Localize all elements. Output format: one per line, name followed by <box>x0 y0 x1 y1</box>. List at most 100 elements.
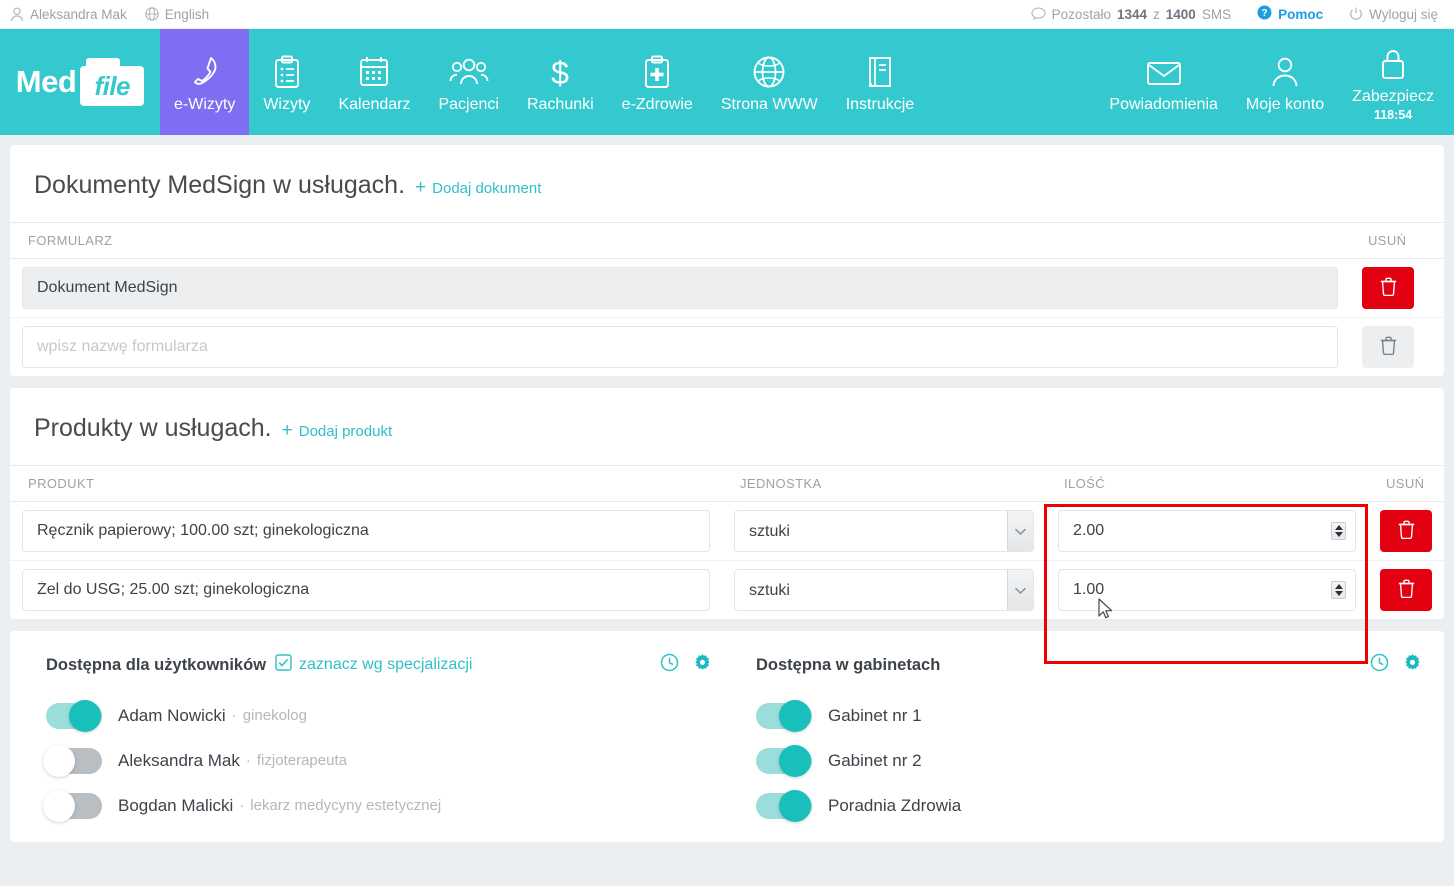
page-content: Dokumenty MedSign w usługach. + Dodaj do… <box>0 135 1454 842</box>
help-label: Pomoc <box>1278 6 1324 22</box>
calendar-icon <box>358 51 390 89</box>
delete-document-button-1[interactable] <box>1362 326 1414 368</box>
nav-item-label: Kalendarz <box>338 96 411 113</box>
table-row: sztuki <box>10 501 1444 561</box>
people-group-icon <box>449 51 489 89</box>
availability-users-header: Dostępna dla użytkowników zaznacz wg spe… <box>46 653 712 677</box>
user-specialization: ginekolog <box>242 707 307 724</box>
user-availability-toggle-0[interactable] <box>46 699 102 732</box>
nav-item-label: Instrukcje <box>845 96 915 113</box>
security-timer: 118:54 <box>1373 107 1413 122</box>
col-header-formularz: FORMULARZ <box>10 222 1350 259</box>
room-availability-toggle-2[interactable] <box>756 789 812 822</box>
select-by-specialization-label: zaznacz wg specjalizacji <box>299 656 473 673</box>
nav-item-pacjenci[interactable]: Pacjenci <box>424 29 512 135</box>
products-card: Produkty w usługach. + Dodaj produkt PRO… <box>10 388 1444 619</box>
product-quantity-input-1[interactable] <box>1058 569 1356 611</box>
svg-text:$: $ <box>551 55 569 89</box>
nav-item-rachunki[interactable]: $ Rachunki <box>513 29 608 135</box>
gear-icon[interactable] <box>1403 653 1422 677</box>
clock-icon[interactable] <box>660 653 679 677</box>
product-name-input-0[interactable] <box>22 510 710 552</box>
products-table: PRODUKT JEDNOSTKA ILOŚĆ USUŃ sztuki <box>10 465 1444 619</box>
select-by-specialization-link[interactable]: zaznacz wg specjalizacji <box>275 654 472 676</box>
nav-item-moje-konto[interactable]: Moje konto <box>1232 29 1338 135</box>
room-availability-toggle-1[interactable] <box>756 744 812 777</box>
user-name: Adam Nowicki <box>118 705 226 725</box>
user-icon <box>10 7 24 22</box>
globe-icon <box>144 7 159 21</box>
documents-table-header-row: FORMULARZ USUŃ <box>10 222 1444 259</box>
nav-item-ezdrowie[interactable]: e-Zdrowie <box>608 29 707 135</box>
nav-item-kalendarz[interactable]: Kalendarz <box>324 29 424 135</box>
user-separator: · <box>245 752 251 769</box>
clock-icon[interactable] <box>1370 653 1389 677</box>
nav-item-strona-www[interactable]: Strona WWW <box>707 29 832 135</box>
products-title: Produkty w usługach. <box>34 414 272 442</box>
delete-product-button-1[interactable] <box>1380 569 1432 611</box>
availability-card: Dostępna dla użytkowników zaznacz wg spe… <box>10 631 1444 842</box>
nav-item-label: Pacjenci <box>438 96 499 113</box>
list-item: Gabinet nr 1 <box>756 693 1422 738</box>
add-product-label: Dodaj produkt <box>298 423 393 440</box>
logout-link[interactable]: Wyloguj się <box>1349 7 1438 22</box>
logo-text-file: file <box>94 70 131 101</box>
product-unit-select-0[interactable]: sztuki <box>734 510 1034 552</box>
product-unit-select-1[interactable]: sztuki <box>734 569 1034 611</box>
app-logo[interactable]: Med file <box>0 29 160 135</box>
user-name: Aleksandra Mak <box>118 750 240 770</box>
question-circle-icon: ? <box>1257 5 1272 23</box>
nav-right-group: Powiadomienia Moje konto Zabezpiecz 118:… <box>1095 29 1454 135</box>
delete-product-button-0[interactable] <box>1380 510 1432 552</box>
product-delete-cell <box>1368 501 1444 561</box>
add-document-button[interactable]: + Dodaj dokument <box>415 178 541 197</box>
top-utility-bar: Aleksandra Mak English Pozostało 1344 z … <box>0 0 1454 29</box>
product-quantity-cell <box>1046 561 1368 620</box>
nav-item-wizyty[interactable]: Wizyty <box>249 29 324 135</box>
current-user-name: Aleksandra Mak <box>30 6 127 22</box>
language-selector[interactable]: English <box>144 7 209 22</box>
col-header-ilosc: ILOŚĆ <box>1046 465 1368 502</box>
gear-icon[interactable] <box>693 653 712 677</box>
product-delete-cell <box>1368 561 1444 620</box>
document-name-input-0[interactable] <box>22 267 1338 309</box>
add-document-label: Dodaj dokument <box>432 180 542 197</box>
product-name-input-1[interactable] <box>22 569 710 611</box>
sms-used: 1344 <box>1116 6 1148 22</box>
list-item: Adam Nowicki · ginekolog <box>46 693 712 738</box>
user-separator: · <box>239 797 245 814</box>
room-name: Poradnia Zdrowia <box>828 795 962 815</box>
user-availability-toggle-2[interactable] <box>43 789 102 822</box>
col-header-jednostka: JEDNOSTKA <box>722 465 1046 502</box>
nav-item-ewizyty[interactable]: e-Wizyty <box>160 29 250 135</box>
user-availability-toggle-1[interactable] <box>43 744 102 777</box>
current-user[interactable]: Aleksandra Mak <box>10 7 127 22</box>
nav-item-label: Powiadomienia <box>1109 96 1218 113</box>
svg-text:?: ? <box>1262 8 1268 19</box>
room-availability-toggle-0[interactable] <box>756 699 812 732</box>
trash-icon <box>1380 336 1397 358</box>
add-product-button[interactable]: + Dodaj produkt <box>282 421 393 440</box>
nav-item-label: Moje konto <box>1245 96 1325 113</box>
nav-item-powiadomienia[interactable]: Powiadomienia <box>1095 29 1232 135</box>
products-card-header: Produkty w usługach. + Dodaj produkt <box>10 388 1444 465</box>
col-header-usun: USUŃ <box>1350 222 1444 259</box>
document-name-input-1[interactable] <box>22 326 1338 368</box>
delete-document-button-0[interactable] <box>1362 267 1414 309</box>
quantity-stepper-1[interactable] <box>1331 581 1346 599</box>
documents-title: Dokumenty MedSign w usługach. <box>34 171 406 199</box>
nav-item-instrukcje[interactable]: Instrukcje <box>832 29 928 135</box>
col-header-usun: USUŃ <box>1368 465 1444 502</box>
document-delete-cell <box>1350 258 1444 318</box>
trash-icon <box>1380 277 1397 299</box>
product-quantity-input-0[interactable] <box>1058 510 1356 552</box>
nav-item-label: Zabezpiecz <box>1352 87 1434 105</box>
product-unit-cell: sztuki <box>722 501 1046 561</box>
availability-users-actions <box>660 653 712 677</box>
availability-rooms-actions <box>1370 653 1422 677</box>
nav-item-zabezpiecz[interactable]: Zabezpiecz 118:54 <box>1338 29 1448 135</box>
list-item: Poradnia Zdrowia <box>756 783 1422 828</box>
user-separator: · <box>231 707 237 724</box>
help-link[interactable]: ? Pomoc <box>1257 5 1323 23</box>
quantity-stepper-0[interactable] <box>1331 522 1346 540</box>
